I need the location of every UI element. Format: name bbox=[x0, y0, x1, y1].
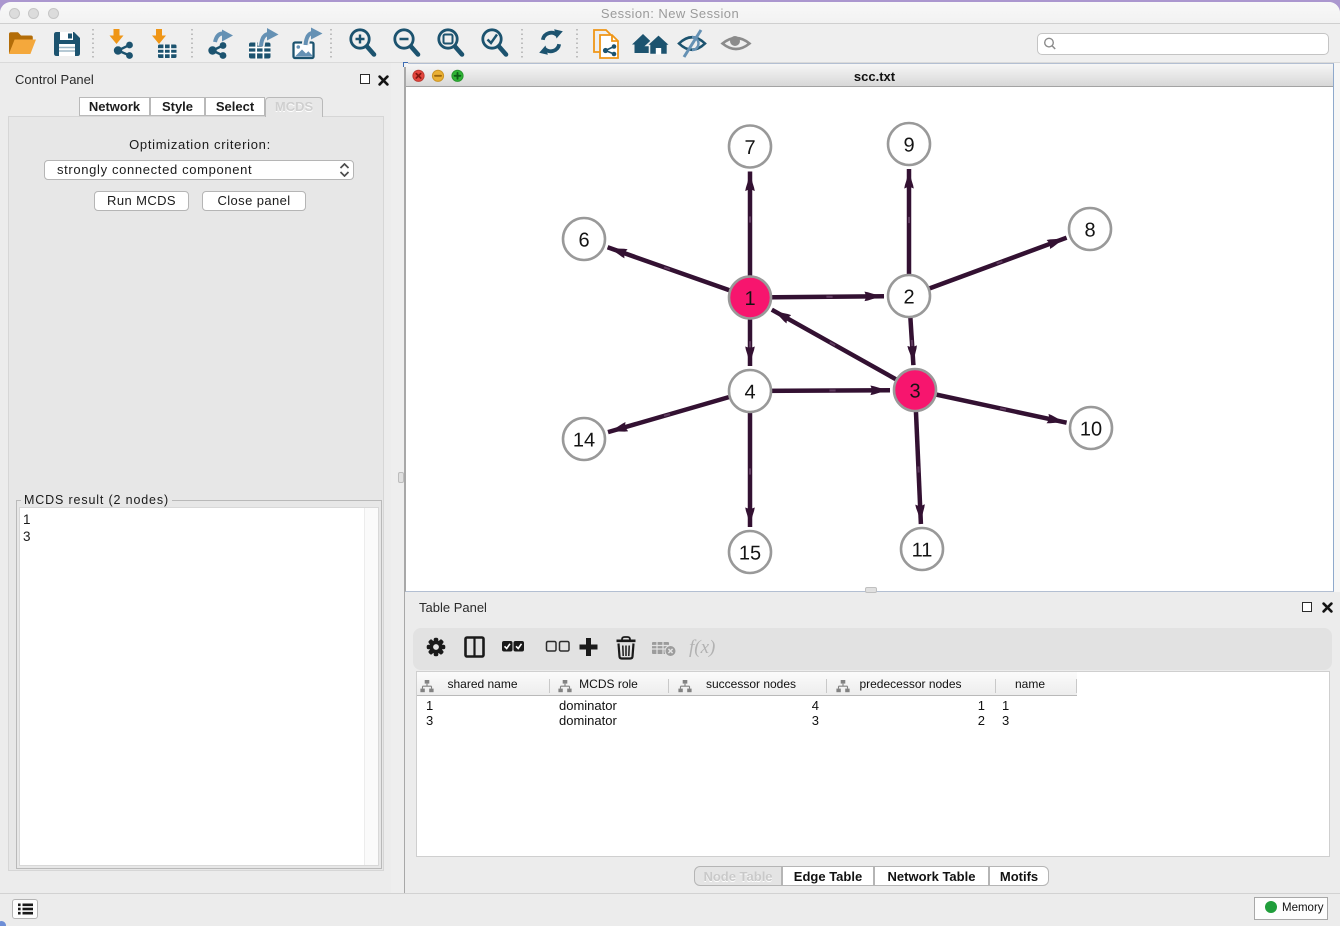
svg-text:8: 8 bbox=[1084, 220, 1095, 242]
svg-text:14: 14 bbox=[573, 430, 595, 452]
svg-text:11: 11 bbox=[912, 540, 933, 562]
svg-text:10: 10 bbox=[1080, 419, 1102, 441]
svg-text:1: 1 bbox=[744, 288, 755, 310]
svg-text:15: 15 bbox=[739, 543, 761, 565]
svg-text:2: 2 bbox=[903, 287, 914, 309]
svg-text:4: 4 bbox=[744, 382, 755, 404]
svg-text:f(x): f(x) bbox=[689, 637, 715, 658]
svg-text:3: 3 bbox=[909, 381, 920, 403]
svg-text:6: 6 bbox=[578, 230, 589, 252]
svg-text:9: 9 bbox=[903, 135, 914, 157]
svg-text:7: 7 bbox=[744, 137, 755, 159]
